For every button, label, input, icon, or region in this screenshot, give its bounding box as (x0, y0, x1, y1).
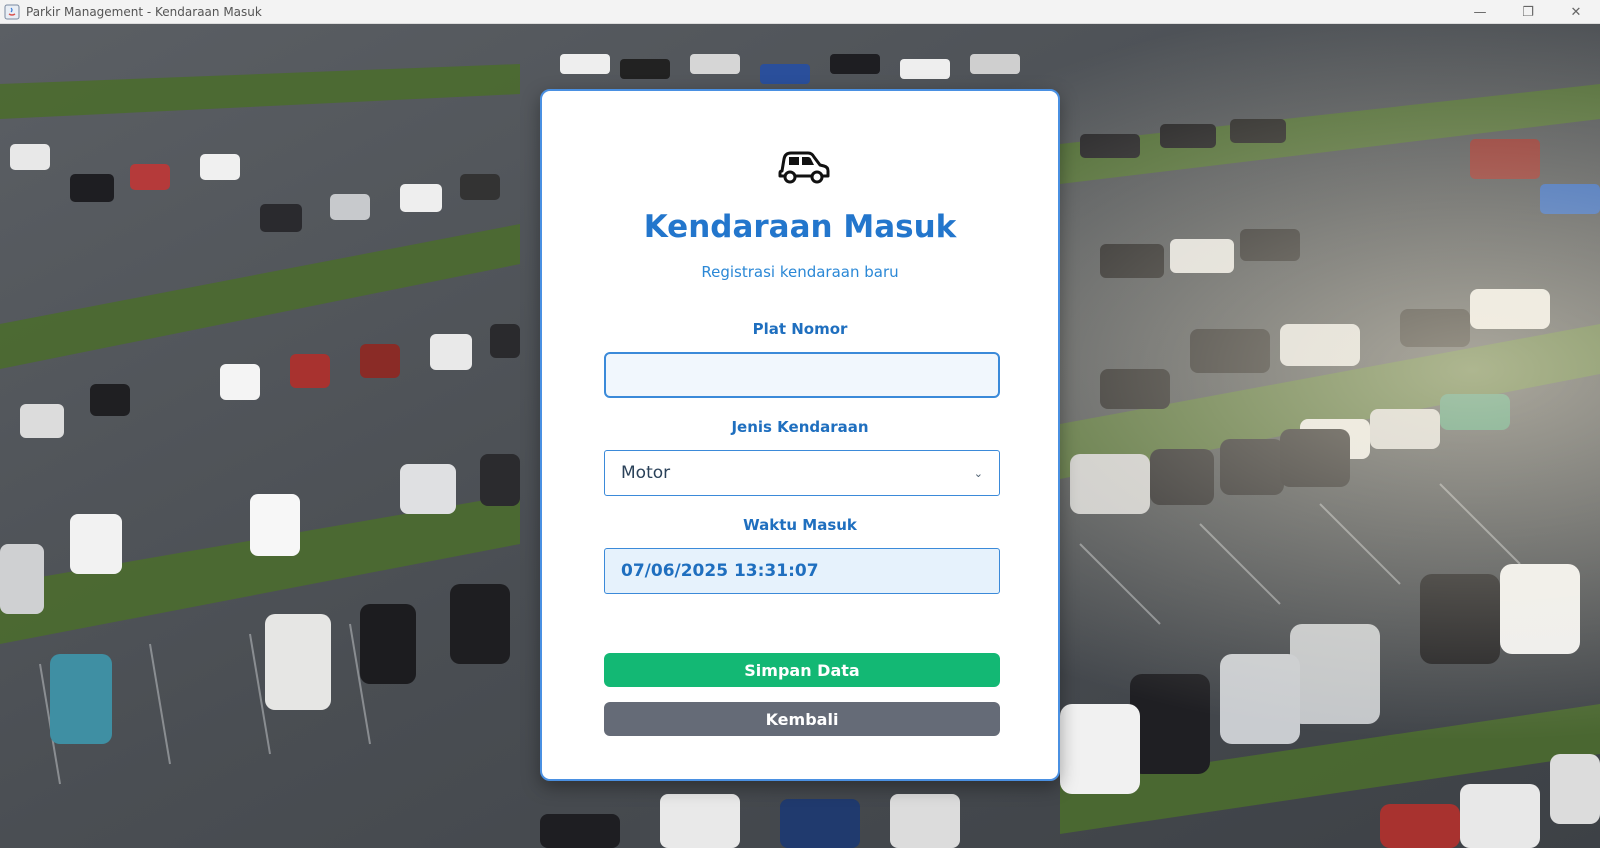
kembali-button[interactable]: Kembali (604, 702, 1000, 736)
jenis-kendaraan-select[interactable]: Motor ⌄ (604, 450, 1000, 496)
maximize-button[interactable]: ❐ (1504, 0, 1552, 24)
window-titlebar: Parkir Management - Kendaraan Masuk — ❐ … (0, 0, 1600, 24)
kendaraan-masuk-card: Kendaraan Masuk Registrasi kendaraan bar… (540, 89, 1060, 781)
car-icon (774, 145, 830, 185)
jenis-kendaraan-label: Jenis Kendaraan (731, 418, 869, 436)
plat-nomor-label: Plat Nomor (752, 320, 848, 338)
close-button[interactable]: ✕ (1552, 0, 1600, 24)
waktu-masuk-field: 07/06/2025 13:31:07 (604, 548, 1000, 594)
window-controls: — ❐ ✕ (1456, 0, 1600, 24)
window-title: Parkir Management - Kendaraan Masuk (26, 4, 262, 19)
plat-nomor-input[interactable] (604, 352, 1000, 398)
page-title: Kendaraan Masuk (643, 209, 957, 245)
java-app-icon (4, 4, 20, 20)
chevron-down-icon: ⌄ (973, 466, 983, 480)
minimize-button[interactable]: — (1456, 0, 1504, 24)
page-subtitle: Registrasi kendaraan baru (701, 263, 899, 281)
jenis-kendaraan-value: Motor (621, 463, 671, 483)
simpan-data-button[interactable]: Simpan Data (604, 653, 1000, 687)
waktu-masuk-label: Waktu Masuk (743, 516, 857, 534)
